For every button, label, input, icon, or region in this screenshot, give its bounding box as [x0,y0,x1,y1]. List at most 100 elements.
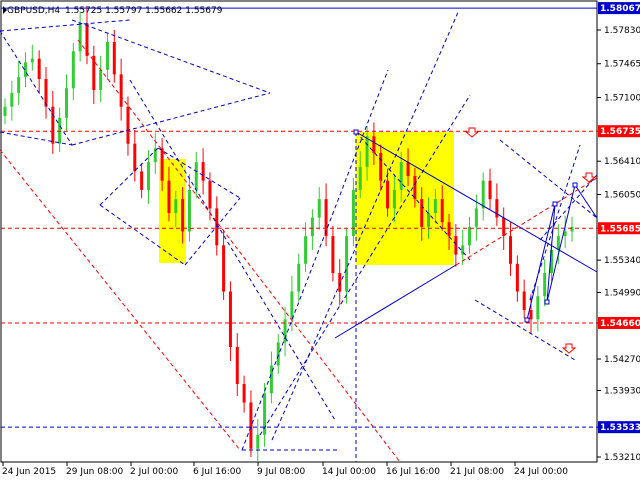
candle-body [17,77,21,93]
price-tag-label: 1.54660 [600,319,640,329]
forecast-point [544,299,550,305]
candle-body [304,236,308,264]
ohlc-readout: 1.55725 1.55797 1.55662 1.55679 [65,6,223,16]
candle-body [488,180,492,200]
price-tick-label: 1.55340 [604,256,640,266]
candle-body [105,42,109,70]
candle-body [447,222,451,237]
time-tick-label: 29 Jun 08:00 [66,467,123,477]
candle-body [92,55,96,91]
time-tick-label: 24 Jun 2015 [2,467,56,477]
trend-line [0,149,241,451]
candle-body [310,217,314,237]
candle-body [30,58,34,63]
time-tick-label: 6 Jul 16:00 [193,467,242,477]
time-tick-label: 21 Jul 08:00 [450,467,504,477]
candle-body [174,199,178,213]
price-tag-label: 1.53533 [600,423,640,433]
chart-canvas[interactable]: GBPUSD,H4 1.55725 1.55797 1.55662 1.5567… [0,0,640,480]
candle-body [201,162,205,181]
candle-body [10,92,14,107]
candle-body [399,162,403,190]
candle-body [112,42,116,75]
forecast-point [353,129,359,135]
price-tick-label: 1.54990 [604,288,640,298]
price-tag-label: 1.58067 [600,4,640,14]
candle-body [140,171,144,190]
forecast-point [524,317,530,323]
candle-body [536,296,540,320]
symbol-timeframe-label: GBPUSD,H4 [7,6,60,16]
price-tick-label: 1.57830 [604,26,640,36]
candle-body [167,180,171,213]
candle-body [522,291,526,311]
time-tick-label: 2 Jul 00:00 [130,467,179,477]
candle-body [331,236,335,274]
channel-line [184,197,241,266]
candle-body [194,162,198,190]
candle-body [146,162,150,190]
analysis-lines [0,9,598,463]
trend-line [77,39,401,463]
candle-body [433,199,437,213]
price-tick-label: 1.53210 [604,453,640,463]
price-axis[interactable]: 1.57830 1.57465 1.57100 1.56735 1.56410 1.560… [597,26,640,463]
candle-body [71,51,75,89]
time-axis[interactable]: 24 Jun 2015 29 Jun 08:00 2 Jul 00:00 6 Jul … [2,462,568,477]
candle-body [133,143,137,172]
candle-body [338,273,342,292]
candle-body [515,263,519,292]
candle-body [187,189,191,232]
candle-body [386,180,390,209]
candle-body [509,236,513,264]
channel-line [0,30,73,146]
channel-line [71,92,271,146]
candle-body [365,136,369,167]
candle-body [543,273,547,297]
time-tick-label: 14 Jul 00:00 [322,467,376,477]
forecast-point [572,182,578,188]
candle-body [556,236,560,250]
time-tick-label: 9 Jul 08:00 [257,467,306,477]
candle-body [570,226,574,232]
candle-body [160,148,164,181]
candle-body [406,162,410,177]
candle-body [413,176,417,200]
candle-body [235,347,239,384]
forecast-point [552,201,558,207]
candle-body [181,199,185,232]
candle-body [242,383,246,403]
candle-body [379,152,383,181]
candle-body [297,263,301,292]
price-tick-label: 1.56410 [604,157,640,167]
candle-body [256,434,260,449]
candle-body [351,189,355,237]
candle-body [37,58,41,79]
price-tick-label: 1.57465 [604,60,640,70]
candle-body [481,180,485,209]
candle-body [392,189,396,209]
candle-body [249,402,253,449]
channel-line [0,19,131,32]
candle-body [64,88,68,118]
candle-body [427,213,431,227]
candle-body [468,226,472,246]
sell-arrow-icon [464,127,480,138]
candle-body [78,23,82,52]
candle-body [358,166,362,190]
chart-window[interactable]: GBPUSD,H4 1.55725 1.55797 1.55662 1.5567… [0,0,640,480]
candle-body [3,106,7,116]
candle-body [290,291,294,320]
highlight-zone-2 [356,132,454,265]
candle-body [51,106,55,144]
plot-frame [0,0,598,463]
candle-body [440,199,444,223]
time-tick-label: 16 Jul 16:00 [386,467,440,477]
price-tick-label: 1.53930 [604,386,640,396]
candle-body [345,236,349,292]
candle-body [454,236,458,255]
price-tag-label: 1.56735 [600,127,640,137]
candle-body [126,106,130,144]
candle-body [222,245,226,292]
price-tick-label: 1.57100 [604,93,640,103]
